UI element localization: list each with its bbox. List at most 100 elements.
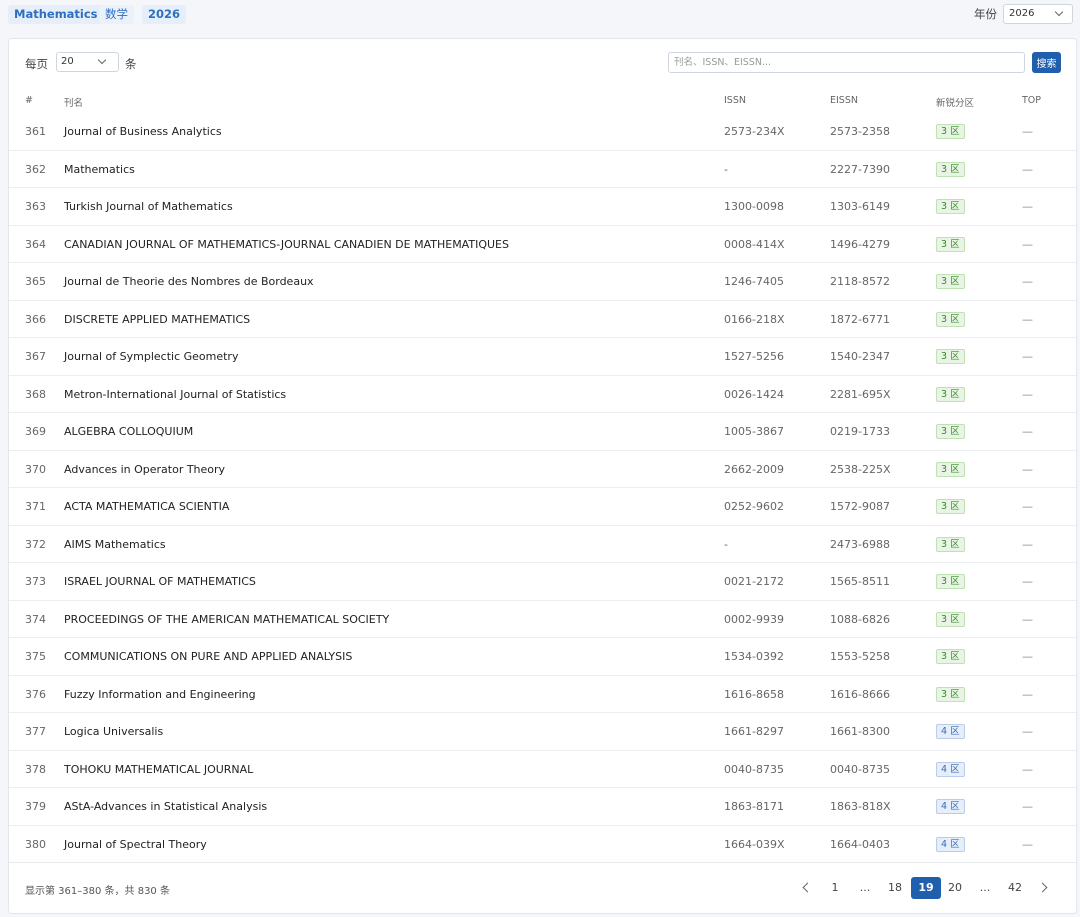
- zone-badge: 3 区: [936, 686, 965, 702]
- eissn-cell: 1661-8300: [830, 725, 890, 738]
- issn-cell: 1661-8297: [724, 725, 784, 738]
- zone-badge: 3 区: [936, 161, 965, 177]
- issn-cell: 0008-414X: [724, 237, 785, 251]
- issn-cell: 0040-8735: [724, 762, 784, 776]
- table-row[interactable]: 363 Turkish Journal of Mathematics 1300-00…: [9, 188, 1076, 226]
- journal-name[interactable]: Turkish Journal of Mathematics: [64, 200, 233, 213]
- journal-name[interactable]: Mathematics: [64, 163, 135, 176]
- search-input[interactable]: [668, 52, 1025, 73]
- row-index: 361: [25, 125, 46, 138]
- row-index: 365: [25, 275, 46, 288]
- table-row[interactable]: 374 PROCEEDINGS OF THE AMERICAN MATHEMATI…: [9, 601, 1076, 638]
- zone-cell: 3 区: [936, 686, 965, 702]
- table-row[interactable]: 372 AIMS Mathematics - 2473-6988 3 区 —: [9, 526, 1076, 563]
- zone-badge: 3 区: [936, 386, 965, 402]
- table-row[interactable]: 375 COMMUNICATIONS ON PURE AND APPLIED AN…: [9, 638, 1076, 676]
- zone-badge: 3 区: [936, 611, 965, 627]
- top-cell: —: [1022, 687, 1033, 701]
- year-tag[interactable]: 2026: [142, 5, 187, 24]
- table-row[interactable]: 364 CANADIAN JOURNAL OF MATHEMATICS-JOURN…: [9, 226, 1076, 263]
- table-row[interactable]: 366 DISCRETE APPLIED MATHEMATICS 0166-218X…: [9, 301, 1076, 338]
- row-index: 367: [25, 350, 46, 363]
- table-row[interactable]: 370 Advances in Operator Theory 2662-2009 2…: [9, 451, 1076, 488]
- row-index: 370: [25, 462, 46, 476]
- table-row[interactable]: 373 ISRAEL JOURNAL OF MATHEMATICS 0021-217…: [9, 563, 1076, 601]
- row-index: 372: [25, 537, 46, 551]
- table-row[interactable]: 371 ACTA MATHEMATICA SCIENTIA 0252-9602 157…: [9, 488, 1076, 526]
- eissn-cell: 2281-695X: [830, 387, 891, 401]
- zone-cell: 4 区: [936, 761, 965, 777]
- subject-cn-tag[interactable]: 数学: [99, 5, 134, 24]
- journal-name[interactable]: COMMUNICATIONS ON PURE AND APPLIED ANALY…: [64, 650, 352, 663]
- subject-tag[interactable]: Mathematics: [8, 5, 104, 24]
- search-button[interactable]: 搜索: [1032, 52, 1061, 73]
- page-1[interactable]: 1: [824, 877, 846, 899]
- zone-cell: 3 区: [936, 649, 965, 664]
- top-cell: —: [1022, 537, 1033, 551]
- journal-name[interactable]: Journal of Symplectic Geometry: [64, 350, 238, 363]
- eissn-cell: 1572-9087: [830, 500, 890, 513]
- journal-name[interactable]: Metron-International Journal of Statisti…: [64, 388, 286, 401]
- top-cell: —: [1022, 350, 1033, 363]
- per-page-select[interactable]: 20: [56, 52, 119, 72]
- year-select[interactable]: 2026: [1003, 4, 1073, 24]
- top-cell: —: [1022, 425, 1033, 438]
- table-row[interactable]: 377 Logica Universalis 1661-8297 1661-8300 4…: [9, 713, 1076, 751]
- page-42[interactable]: 42: [1004, 877, 1026, 899]
- eissn-cell: 1303-6149: [830, 200, 890, 213]
- journal-name[interactable]: PROCEEDINGS OF THE AMERICAN MATHEMATICAL…: [64, 613, 389, 626]
- page-18[interactable]: 18: [884, 877, 906, 899]
- next-page-icon[interactable]: [1037, 882, 1048, 893]
- top-cell: —: [1022, 200, 1033, 213]
- zone-badge: 4 区: [936, 836, 965, 852]
- journal-name[interactable]: Journal of Spectral Theory: [64, 838, 207, 851]
- page-19-current[interactable]: 19: [911, 877, 941, 899]
- table-row[interactable]: 369 ALGEBRA COLLOQUIUM 1005-3867 0219-1733 3…: [9, 413, 1076, 451]
- issn-cell: 1534-0392: [724, 650, 784, 663]
- top-cell: —: [1022, 125, 1033, 138]
- journal-name[interactable]: TOHOKU MATHEMATICAL JOURNAL: [64, 763, 253, 776]
- zone-cell: 3 区: [936, 461, 965, 477]
- top-cell: —: [1022, 725, 1033, 738]
- journal-name[interactable]: CANADIAN JOURNAL OF MATHEMATICS-JOURNAL …: [64, 238, 509, 251]
- table-row[interactable]: 365 Journal de Theorie des Nombres de Bor…: [9, 263, 1076, 301]
- eissn-cell: 1664-0403: [830, 837, 890, 851]
- zone-cell: 3 区: [936, 161, 965, 177]
- journal-name[interactable]: Journal of Business Analytics: [64, 125, 222, 138]
- table-row[interactable]: 376 Fuzzy Information and Engineering 1616…: [9, 676, 1076, 713]
- table-row[interactable]: 368 Metron-International Journal of Stati…: [9, 376, 1076, 413]
- journal-name[interactable]: Fuzzy Information and Engineering: [64, 688, 256, 701]
- journal-name[interactable]: AIMS Mathematics: [64, 538, 166, 551]
- zone-badge: 3 区: [936, 536, 965, 552]
- year-select-value: 2026: [1009, 8, 1035, 19]
- journal-name[interactable]: Journal de Theorie des Nombres de Bordea…: [64, 275, 314, 288]
- top-cell: —: [1022, 312, 1033, 326]
- journal-name[interactable]: DISCRETE APPLIED MATHEMATICS: [64, 313, 250, 326]
- issn-cell: 0002-9939: [724, 612, 784, 626]
- eissn-cell: 1540-2347: [830, 350, 890, 363]
- journal-name[interactable]: AStA-Advances in Statistical Analysis: [64, 800, 267, 813]
- journal-name[interactable]: Advances in Operator Theory: [64, 463, 225, 476]
- table-header: # 刊名 ISSN EISSN 新锐分区 TOP: [9, 89, 1076, 113]
- row-index: 375: [25, 650, 46, 663]
- table-row[interactable]: 378 TOHOKU MATHEMATICAL JOURNAL 0040-8735 0…: [9, 751, 1076, 788]
- journal-name[interactable]: ACTA MATHEMATICA SCIENTIA: [64, 500, 229, 513]
- page-20[interactable]: 20: [944, 877, 966, 899]
- table-row[interactable]: 361 Journal of Business Analytics 2573-234…: [9, 113, 1076, 151]
- table-row[interactable]: 380 Journal of Spectral Theory 1664-039X 16…: [9, 826, 1076, 863]
- journal-name[interactable]: ISRAEL JOURNAL OF MATHEMATICS: [64, 575, 256, 588]
- table-row[interactable]: 379 AStA-Advances in Statistical Analysis…: [9, 788, 1076, 826]
- table-row[interactable]: 362 Mathematics - 2227-7390 3 区 —: [9, 151, 1076, 188]
- table-row[interactable]: 367 Journal of Symplectic Geometry 1527-52…: [9, 338, 1076, 376]
- zone-badge: 3 区: [936, 199, 965, 214]
- top-cell: —: [1022, 500, 1033, 513]
- page-ellipsis: ...: [979, 881, 991, 894]
- zone-cell: 3 区: [936, 199, 965, 214]
- prev-page-icon[interactable]: [802, 882, 813, 893]
- journal-name[interactable]: ALGEBRA COLLOQUIUM: [64, 425, 193, 438]
- zone-cell: 3 区: [936, 274, 965, 289]
- journal-name[interactable]: Logica Universalis: [64, 725, 163, 738]
- top-cell: —: [1022, 612, 1033, 626]
- top-cell: —: [1022, 387, 1033, 401]
- zone-badge: 4 区: [936, 724, 965, 739]
